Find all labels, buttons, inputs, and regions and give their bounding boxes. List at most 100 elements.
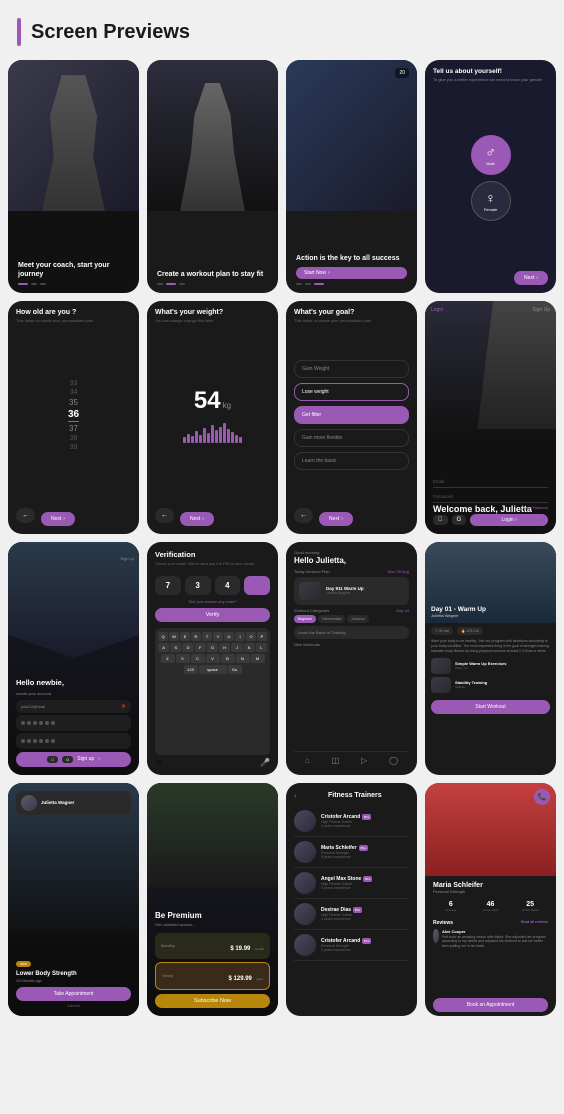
login-submit-button[interactable]: Login › bbox=[470, 514, 548, 526]
signup-button[interactable]:  G Sign up › bbox=[16, 752, 131, 767]
start-now-button[interactable]: Start Now › bbox=[296, 267, 407, 279]
trainer-item-1[interactable]: Cristofer Arcand Pro High Fitness Traine… bbox=[294, 806, 409, 837]
trainer-item-3[interactable]: Angel Max Stone Pro High Fitness Trainer… bbox=[294, 868, 409, 899]
code-box-1[interactable]: 7 bbox=[155, 576, 181, 595]
goal-gain-weight[interactable]: Gain Weight bbox=[294, 360, 409, 378]
key-j[interactable]: J bbox=[231, 643, 242, 652]
review-item-1: Alex Cooper Felt such an amazing lesson … bbox=[433, 929, 548, 949]
back-button[interactable]: ← bbox=[155, 508, 174, 523]
key-l[interactable]: L bbox=[256, 643, 267, 652]
signup-tab[interactable]: Sign Up bbox=[532, 307, 550, 313]
goal-lose-weight[interactable]: Lose weight bbox=[294, 383, 409, 401]
login-tab[interactable]: Login bbox=[431, 307, 443, 313]
key-f[interactable]: F bbox=[195, 643, 206, 652]
male-button[interactable]: ♂ Male bbox=[471, 135, 511, 175]
key-y[interactable]: Y bbox=[213, 632, 223, 641]
card-day-warmup: Day 01 - Warm Up Julietta Wagner ⏱ 40 mi… bbox=[425, 542, 556, 775]
play-nav-icon[interactable]: ▷ bbox=[361, 756, 367, 765]
key-go[interactable]: Go bbox=[228, 665, 242, 674]
goal-basics[interactable]: Learn the basic bbox=[294, 452, 409, 470]
back-icon[interactable]: ‹ bbox=[294, 791, 297, 800]
google-login-button[interactable]: G bbox=[452, 515, 467, 525]
book-appointment-button[interactable]: Book an Appointment bbox=[433, 998, 548, 1012]
female-button[interactable]: ♀ Female bbox=[471, 181, 511, 221]
cat-beginner[interactable]: Beginner bbox=[294, 615, 316, 623]
trainer-info-3: Angel Max Stone Pro High Fitness Trainer… bbox=[321, 876, 409, 890]
pagination-dots bbox=[157, 283, 268, 285]
key-a[interactable]: A bbox=[158, 643, 169, 652]
key-d[interactable]: D bbox=[182, 643, 193, 652]
next-button[interactable]: Next › bbox=[180, 512, 214, 526]
back-button[interactable]: ← bbox=[294, 508, 313, 523]
yearly-plan[interactable]: Yearly $ 129.99 /year bbox=[155, 962, 270, 990]
key-e[interactable]: E bbox=[180, 632, 190, 641]
password-field[interactable]: Password bbox=[433, 491, 548, 503]
code-box-2[interactable]: 3 bbox=[185, 576, 211, 595]
key-h[interactable]: H bbox=[219, 643, 230, 652]
call-button[interactable]: 📞 bbox=[534, 789, 550, 805]
trainer-item-2[interactable]: Maria Schleifer Pro Personal Strength 5 … bbox=[294, 837, 409, 868]
key-q[interactable]: Q bbox=[158, 632, 168, 641]
monthly-price-area: $ 19.99 /month bbox=[230, 937, 264, 955]
cancel-button[interactable]: Cancel bbox=[16, 1003, 131, 1008]
subscribe-button[interactable]: Subscribe Now bbox=[155, 994, 270, 1008]
dot-3 bbox=[40, 283, 46, 285]
goal-flexible[interactable]: Gain more flexible bbox=[294, 429, 409, 447]
chart-nav-icon[interactable]: ◫ bbox=[332, 756, 340, 765]
key-123[interactable]: 123 bbox=[184, 665, 198, 674]
key-t[interactable]: T bbox=[202, 632, 212, 641]
cat-advance[interactable]: Advance bbox=[347, 615, 369, 623]
back-button[interactable]: ← bbox=[16, 508, 35, 523]
key-k[interactable]: K bbox=[244, 643, 255, 652]
card-action: 20 Action is the key to all success Star… bbox=[286, 60, 417, 293]
profile-nav-icon[interactable]: ◯ bbox=[389, 756, 398, 765]
confirm-password-input[interactable] bbox=[16, 733, 131, 749]
trainer-item-4[interactable]: Desirae Dias Pro High Fitness Trainer 4 … bbox=[294, 899, 409, 930]
key-w[interactable]: W bbox=[169, 632, 179, 641]
code-box-3[interactable]: 4 bbox=[215, 576, 241, 595]
emoji-key[interactable]: ☺ bbox=[155, 758, 163, 767]
email-input[interactable]: juls234@mail ✕ bbox=[16, 700, 131, 713]
key-i[interactable]: I bbox=[235, 632, 245, 641]
workout-card[interactable]: Day 911 Warm Up Julietta Wagner bbox=[294, 577, 409, 605]
key-r[interactable]: R bbox=[191, 632, 201, 641]
key-c[interactable]: C bbox=[191, 654, 205, 663]
take-appointment-button[interactable]: Take Appointment bbox=[16, 987, 131, 1001]
forgot-password-link[interactable]: Forgot Password bbox=[433, 506, 548, 510]
stat-courses: 6 Courses bbox=[433, 901, 469, 912]
key-space[interactable]: space bbox=[199, 665, 227, 674]
maria-name: Maria Schleifer bbox=[433, 882, 548, 889]
action-photo: 20 bbox=[286, 60, 417, 211]
key-s[interactable]: S bbox=[170, 643, 181, 652]
code-box-4[interactable] bbox=[244, 576, 270, 595]
key-g[interactable]: G bbox=[207, 643, 218, 652]
card-workout-plan: Create a workout plan to stay fit bbox=[147, 60, 278, 293]
plan-label: Today Workout Plan Mon 26 Aug bbox=[294, 569, 409, 574]
trainer-item-5[interactable]: Cristofer Arcand Pro Personal Strength 2… bbox=[294, 930, 409, 961]
next-button[interactable]: Next › bbox=[41, 512, 75, 526]
key-x[interactable]: X bbox=[176, 654, 190, 663]
key-u[interactable]: U bbox=[224, 632, 234, 641]
key-p[interactable]: P bbox=[257, 632, 267, 641]
home-nav-icon[interactable]: ⌂ bbox=[305, 756, 310, 765]
key-o[interactable]: O bbox=[246, 632, 256, 641]
email-field[interactable]: Email bbox=[433, 476, 548, 488]
resend-link[interactable]: See you receive any code? bbox=[155, 599, 270, 604]
key-m[interactable]: M bbox=[251, 654, 265, 663]
next-button[interactable]: Next › bbox=[319, 512, 353, 526]
next-button[interactable]: Next › bbox=[514, 271, 548, 285]
key-b[interactable]: B bbox=[221, 654, 235, 663]
password-input[interactable] bbox=[16, 715, 131, 731]
apple-login-button[interactable]:  bbox=[433, 515, 448, 525]
mic-key[interactable]: 🎤 bbox=[260, 758, 270, 767]
cat-intermediate[interactable]: Intermediate bbox=[318, 615, 345, 623]
monthly-plan[interactable]: Monthly $ 19.99 /month bbox=[155, 933, 270, 959]
goal-get-fitter[interactable]: Get fitter bbox=[294, 406, 409, 424]
key-n[interactable]: N bbox=[236, 654, 250, 663]
verify-button[interactable]: Verify bbox=[155, 608, 270, 622]
start-workout-button[interactable]: Start Workout bbox=[431, 700, 550, 714]
read-all-link[interactable]: Read all reviews bbox=[521, 920, 548, 924]
key-v[interactable]: V bbox=[206, 654, 220, 663]
key-z[interactable]: Z bbox=[161, 654, 175, 663]
age-item-selected[interactable]: 36 bbox=[68, 409, 79, 422]
